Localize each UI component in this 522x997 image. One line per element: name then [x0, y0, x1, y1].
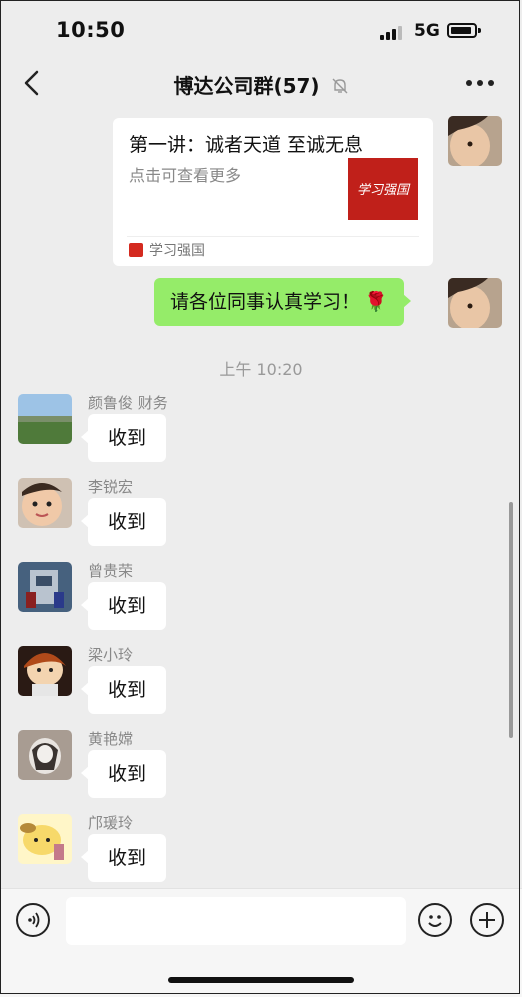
avatar[interactable] [18, 814, 72, 864]
incoming-message: 梁小玲 收到 [0, 644, 522, 726]
self-avatar[interactable] [448, 116, 502, 166]
incoming-message: 李锐宏 收到 [0, 476, 522, 558]
rose-emoji: 🌹 [364, 291, 388, 313]
sender-name: 颜鲁俊 财务 [88, 394, 168, 412]
message-bubble[interactable]: 收到 [81, 498, 166, 546]
avatar[interactable] [18, 562, 72, 612]
plus-icon [479, 912, 495, 928]
emoji-button[interactable] [418, 903, 452, 937]
avatar[interactable] [18, 478, 72, 528]
thumbnail-logo-text: 学习强国 [357, 182, 411, 198]
article-title: 第一讲：诚者天道 至诚无息 [129, 134, 364, 156]
shared-article-card[interactable]: 第一讲：诚者天道 至诚无息 点击可查看更多 学习强国 学习强国 [113, 118, 433, 266]
home-indicator[interactable] [168, 977, 354, 983]
input-bar [0, 888, 522, 997]
incoming-message: 邝瑗玲 收到 [0, 812, 522, 888]
message-timestamp: 上午 10:20 [219, 360, 303, 379]
network-type: 5G [414, 21, 440, 41]
sent-message-text: 请各位同事认真学习！ [170, 291, 361, 313]
more-functions-button[interactable] [470, 903, 504, 937]
message-list[interactable]: 第一讲：诚者天道 至诚无息 点击可查看更多 学习强国 学习强国 请各位同事认真学… [0, 108, 522, 888]
incoming-message: 颜鲁俊 财务 收到 [0, 392, 522, 474]
article-source-label: 学习强国 [149, 243, 205, 259]
self-avatar[interactable] [448, 278, 502, 328]
sender-name: 李锐宏 [88, 478, 134, 496]
sender-name: 黄艳嫦 [88, 730, 134, 748]
voice-input-button[interactable] [16, 903, 50, 937]
avatar[interactable] [18, 394, 72, 444]
chat-title: 博达公司群(57) [0, 70, 522, 99]
sender-name: 曾贵荣 [88, 562, 134, 580]
xuexi-logo-icon [129, 243, 143, 257]
sender-name: 梁小玲 [88, 646, 134, 664]
article-description: 点击可查看更多 [129, 166, 242, 185]
message-bubble[interactable]: 收到 [81, 414, 166, 462]
scrollbar[interactable] [509, 502, 513, 738]
battery-icon [447, 23, 481, 38]
signal-icon [380, 24, 408, 40]
sent-message-bubble[interactable]: 请各位同事认真学习！ 🌹 [154, 278, 411, 326]
status-bar: 10:50 5G [0, 0, 522, 60]
message-bubble[interactable]: 收到 [81, 750, 166, 798]
card-divider [127, 236, 419, 237]
message-bubble[interactable]: 收到 [81, 666, 166, 714]
article-source: 学习强国 [129, 240, 205, 260]
message-input[interactable] [66, 897, 406, 945]
smiley-icon [428, 915, 442, 927]
incoming-message: 曾贵荣 收到 [0, 560, 522, 642]
mute-bell-icon [332, 78, 348, 94]
message-bubble[interactable]: 收到 [81, 834, 166, 882]
avatar[interactable] [18, 646, 72, 696]
message-bubble[interactable]: 收到 [81, 582, 166, 630]
sender-name: 邝瑗玲 [88, 814, 134, 832]
more-options-button[interactable] [466, 80, 496, 88]
incoming-message: 黄艳嫦 收到 [0, 728, 522, 810]
chat-header: 博达公司群(57) [0, 60, 522, 108]
status-time: 10:50 [56, 18, 126, 42]
voice-icon [28, 912, 40, 928]
article-thumbnail: 学习强国 [348, 158, 418, 220]
chat-title-text: 博达公司群(57) [173, 74, 320, 98]
avatar[interactable] [18, 730, 72, 780]
